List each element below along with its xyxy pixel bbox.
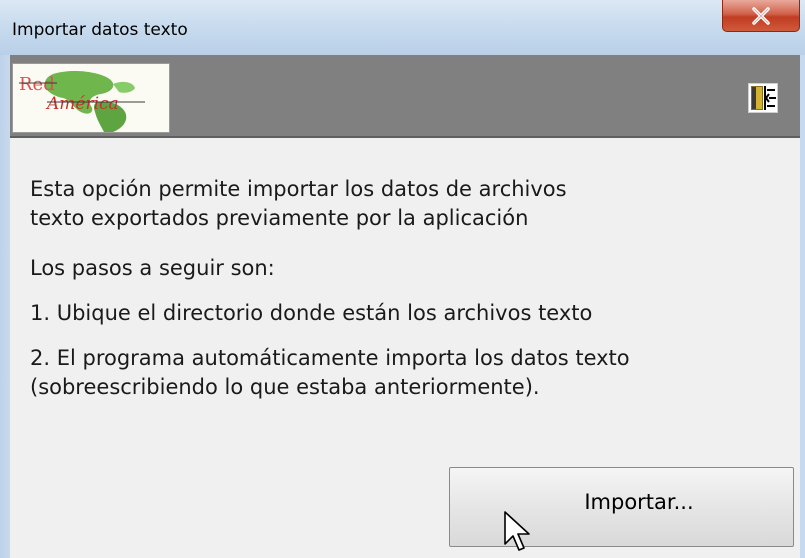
intro-line-1: Esta opción permite importar los datos d… (30, 177, 567, 201)
close-button[interactable] (722, 0, 800, 32)
step-1: 1. Ubique el directorio donde están los … (30, 301, 593, 325)
logo-text-america: América (45, 94, 119, 114)
step-2-line-2: (sobreescribiendo lo que estaba anterior… (30, 375, 540, 399)
window-frame-right (800, 55, 805, 558)
import-dialog-window: Importar datos texto Red América Esta op… (0, 0, 805, 558)
window-frame-left (0, 55, 10, 558)
steps-heading: Los pasos a seguir son: (30, 256, 275, 280)
step-2-line-1: 2. El programa automáticamente importa l… (30, 346, 630, 370)
logo-graphic: Red América (19, 71, 145, 132)
red-america-logo: Red América (12, 63, 170, 133)
exit-door-icon (751, 86, 776, 110)
header-toolbar: Red América (10, 55, 800, 138)
intro-line-2: texto exportados previamente por la apli… (30, 206, 529, 230)
logo-text-red: Red (19, 74, 55, 95)
close-icon (752, 6, 770, 25)
mouse-pointer-icon (504, 511, 530, 551)
window-title: Importar datos texto (12, 20, 188, 40)
exit-button[interactable] (748, 83, 778, 113)
title-bar[interactable]: Importar datos texto (0, 0, 805, 56)
import-button-label: Importar... (584, 490, 694, 514)
import-button[interactable]: Importar... (449, 467, 794, 547)
